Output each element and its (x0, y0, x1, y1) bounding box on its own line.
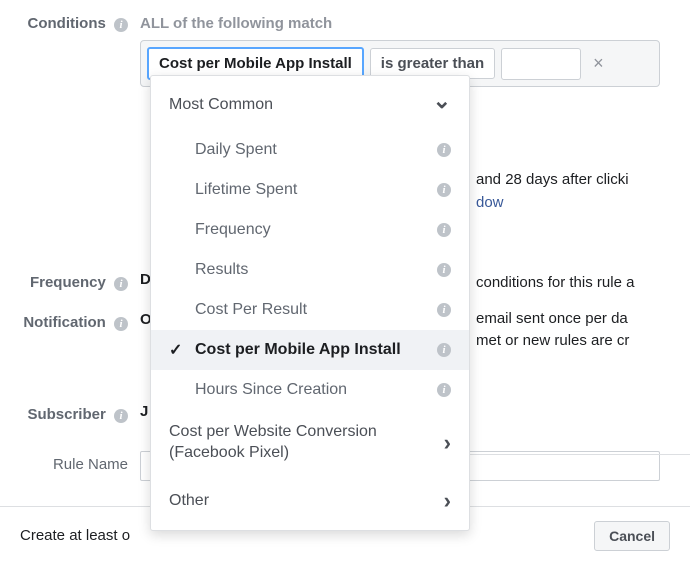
info-icon: i (114, 18, 128, 32)
info-icon: i (437, 143, 451, 157)
cancel-button[interactable]: Cancel (594, 521, 670, 551)
dropdown-group-website-conversion[interactable]: Cost per Website Conversion (Facebook Pi… (151, 410, 469, 476)
dropdown-group-most-common[interactable]: Most Common (151, 80, 469, 130)
notification-text-1: conditions for this rule a (476, 272, 634, 294)
info-icon: i (114, 409, 128, 423)
info-icon: i (114, 277, 128, 291)
rule-name-label: Rule Name (0, 451, 140, 479)
dropdown-item-hours-since-creation[interactable]: Hours Since Creation i (151, 370, 469, 410)
remove-condition-button[interactable]: × (587, 53, 610, 74)
create-hint-text: Create at least o (20, 525, 130, 547)
attribution-text: and 28 days after clicki (476, 169, 629, 191)
info-icon: i (437, 343, 451, 357)
dropdown-item-cost-per-install[interactable]: ✓ Cost per Mobile App Install i (151, 330, 469, 370)
subscriber-label: Subscriber i (0, 401, 140, 429)
metric-dropdown: Most Common Daily Spent i Lifetime Spent… (150, 75, 470, 531)
info-icon: i (114, 317, 128, 331)
condition-value-input[interactable] (501, 48, 581, 80)
notification-label: Notification i (0, 309, 140, 337)
check-icon: ✓ (169, 340, 182, 360)
frequency-label: Frequency i (0, 269, 140, 297)
attribution-link[interactable]: dow (476, 192, 504, 214)
dropdown-item-frequency[interactable]: Frequency i (151, 210, 469, 250)
info-icon: i (437, 303, 451, 317)
conditions-header: ALL of the following match (140, 10, 690, 38)
dropdown-item-cost-per-result[interactable]: Cost Per Result i (151, 290, 469, 330)
dropdown-group-other[interactable]: Other (151, 476, 469, 526)
dropdown-item-lifetime-spent[interactable]: Lifetime Spent i (151, 170, 469, 210)
notification-text-2b: met or new rules are cr (476, 330, 629, 352)
notification-text-2a: email sent once per da (476, 308, 628, 330)
info-icon: i (437, 383, 451, 397)
conditions-label: Conditions i (0, 10, 140, 38)
chevron-right-icon (444, 488, 451, 514)
dropdown-item-results[interactable]: Results i (151, 250, 469, 290)
chevron-down-icon (433, 92, 451, 118)
info-icon: i (437, 223, 451, 237)
info-icon: i (437, 183, 451, 197)
dropdown-item-daily-spent[interactable]: Daily Spent i (151, 130, 469, 170)
info-icon: i (437, 263, 451, 277)
chevron-right-icon (444, 429, 451, 458)
